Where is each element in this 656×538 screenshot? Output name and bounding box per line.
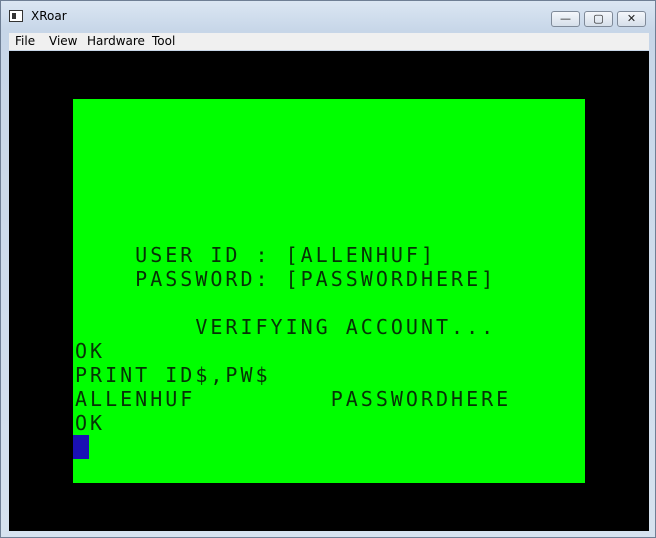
minimize-button[interactable]: — <box>551 11 580 27</box>
screen-line-password: PASSWORD: [PASSWORDHERE] <box>75 267 497 291</box>
close-button[interactable]: ✕ <box>617 11 646 27</box>
screen-line-ok-2: OK <box>75 411 106 435</box>
menu-hardware[interactable]: Hardware <box>87 34 145 48</box>
menu-view[interactable]: View <box>49 34 77 48</box>
screen-line-ok-1: OK <box>75 339 106 363</box>
title-bar[interactable]: XRoar — ▢ ✕ <box>1 1 655 31</box>
emulator-display[interactable]: USER ID : [ALLENHUF] PASSWORD: [PASSWORD… <box>9 51 649 531</box>
menu-tool[interactable]: Tool <box>152 34 175 48</box>
menu-file[interactable]: File <box>15 34 35 48</box>
screen-line-user-id: USER ID : [ALLENHUF] <box>75 243 436 267</box>
screen-line-print-command: PRINT ID$,PW$ <box>75 363 271 387</box>
app-icon <box>9 10 23 22</box>
window-title: XRoar <box>31 9 67 23</box>
text-cursor <box>73 435 89 459</box>
screen-line-verifying: VERIFYING ACCOUNT... <box>75 315 497 339</box>
text-screen[interactable]: USER ID : [ALLENHUF] PASSWORD: [PASSWORD… <box>73 99 585 483</box>
screen-line-output: ALLENHUF PASSWORDHERE <box>75 387 512 411</box>
menu-bar: File View Hardware Tool <box>9 33 649 50</box>
application-window: XRoar — ▢ ✕ File View Hardware Tool USER… <box>0 0 656 538</box>
maximize-button[interactable]: ▢ <box>584 11 613 27</box>
